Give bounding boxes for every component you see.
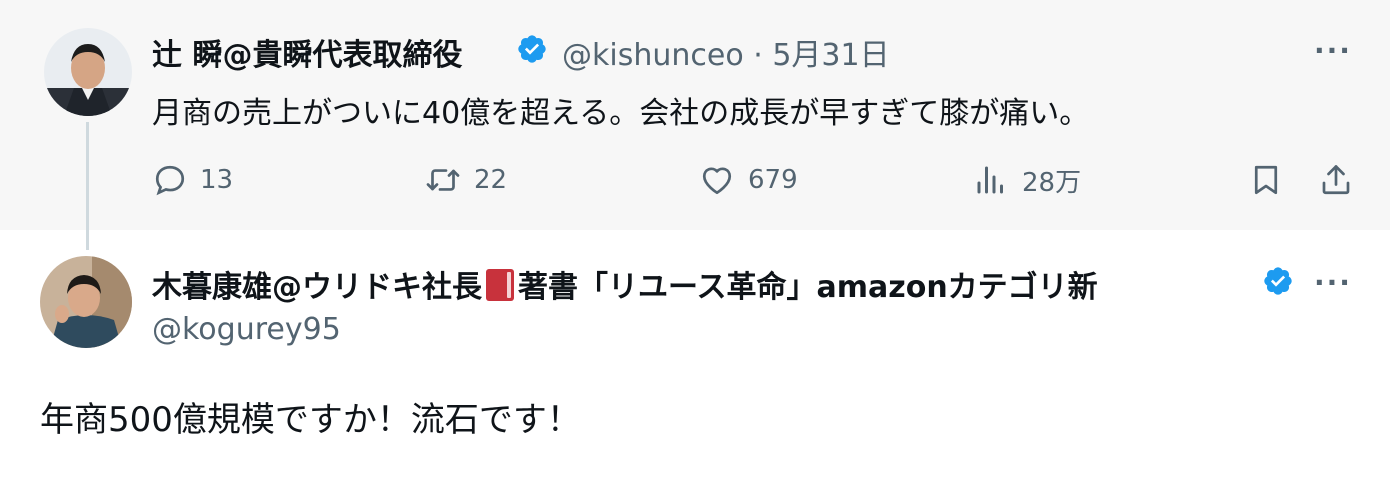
retweet-button[interactable]: 22 bbox=[424, 160, 507, 200]
views-button[interactable]: 28万 bbox=[972, 160, 1081, 200]
retweet-count: 22 bbox=[474, 165, 508, 195]
tweet1-handle[interactable]: @kishunceo · 5月31日 bbox=[562, 30, 890, 74]
share-icon bbox=[1322, 165, 1350, 195]
tweet1-text: 月商の売上がついに40億を超える。会社の成長が早すぎて膝が痛い。 bbox=[152, 96, 1090, 131]
reply-button[interactable]: 13 bbox=[152, 160, 233, 200]
share-button[interactable] bbox=[1318, 160, 1366, 200]
tweet2-display-name[interactable]: 木暮康雄@ウリドキ社長 著書「リユース革命」amazonカテゴリ新 bbox=[152, 262, 1098, 306]
tweet2-handle[interactable]: @kogurey95 bbox=[152, 312, 341, 347]
thread-connector-line bbox=[86, 122, 89, 250]
views-count: 28万 bbox=[1022, 167, 1082, 198]
verified-badge-icon bbox=[518, 35, 546, 63]
more-options-icon[interactable]: ··· bbox=[1314, 266, 1352, 299]
verified-badge-icon bbox=[1264, 267, 1292, 295]
bookmark-icon bbox=[1254, 165, 1278, 195]
views-icon bbox=[977, 166, 1003, 194]
more-options-icon[interactable]: ··· bbox=[1314, 34, 1352, 67]
retweet-icon bbox=[426, 169, 460, 191]
reply-count: 13 bbox=[200, 165, 234, 195]
like-count: 679 bbox=[748, 165, 798, 195]
tweet1-display-name[interactable]: 辻 瞬@貴瞬代表取締役 bbox=[152, 30, 462, 74]
reply-icon bbox=[155, 165, 185, 196]
tweet1-date[interactable]: 5月31日 bbox=[772, 38, 889, 73]
tweet2-text: 年商500億規模ですか！流石です！ bbox=[40, 400, 581, 440]
avatar-tweet2[interactable] bbox=[40, 256, 132, 348]
like-icon bbox=[702, 167, 732, 195]
meta-separator: · bbox=[753, 38, 763, 73]
book-emoji-icon bbox=[486, 269, 514, 301]
like-button[interactable]: 679 bbox=[698, 160, 798, 200]
avatar-tweet1[interactable] bbox=[44, 28, 132, 116]
bookmark-button[interactable] bbox=[1248, 160, 1296, 200]
